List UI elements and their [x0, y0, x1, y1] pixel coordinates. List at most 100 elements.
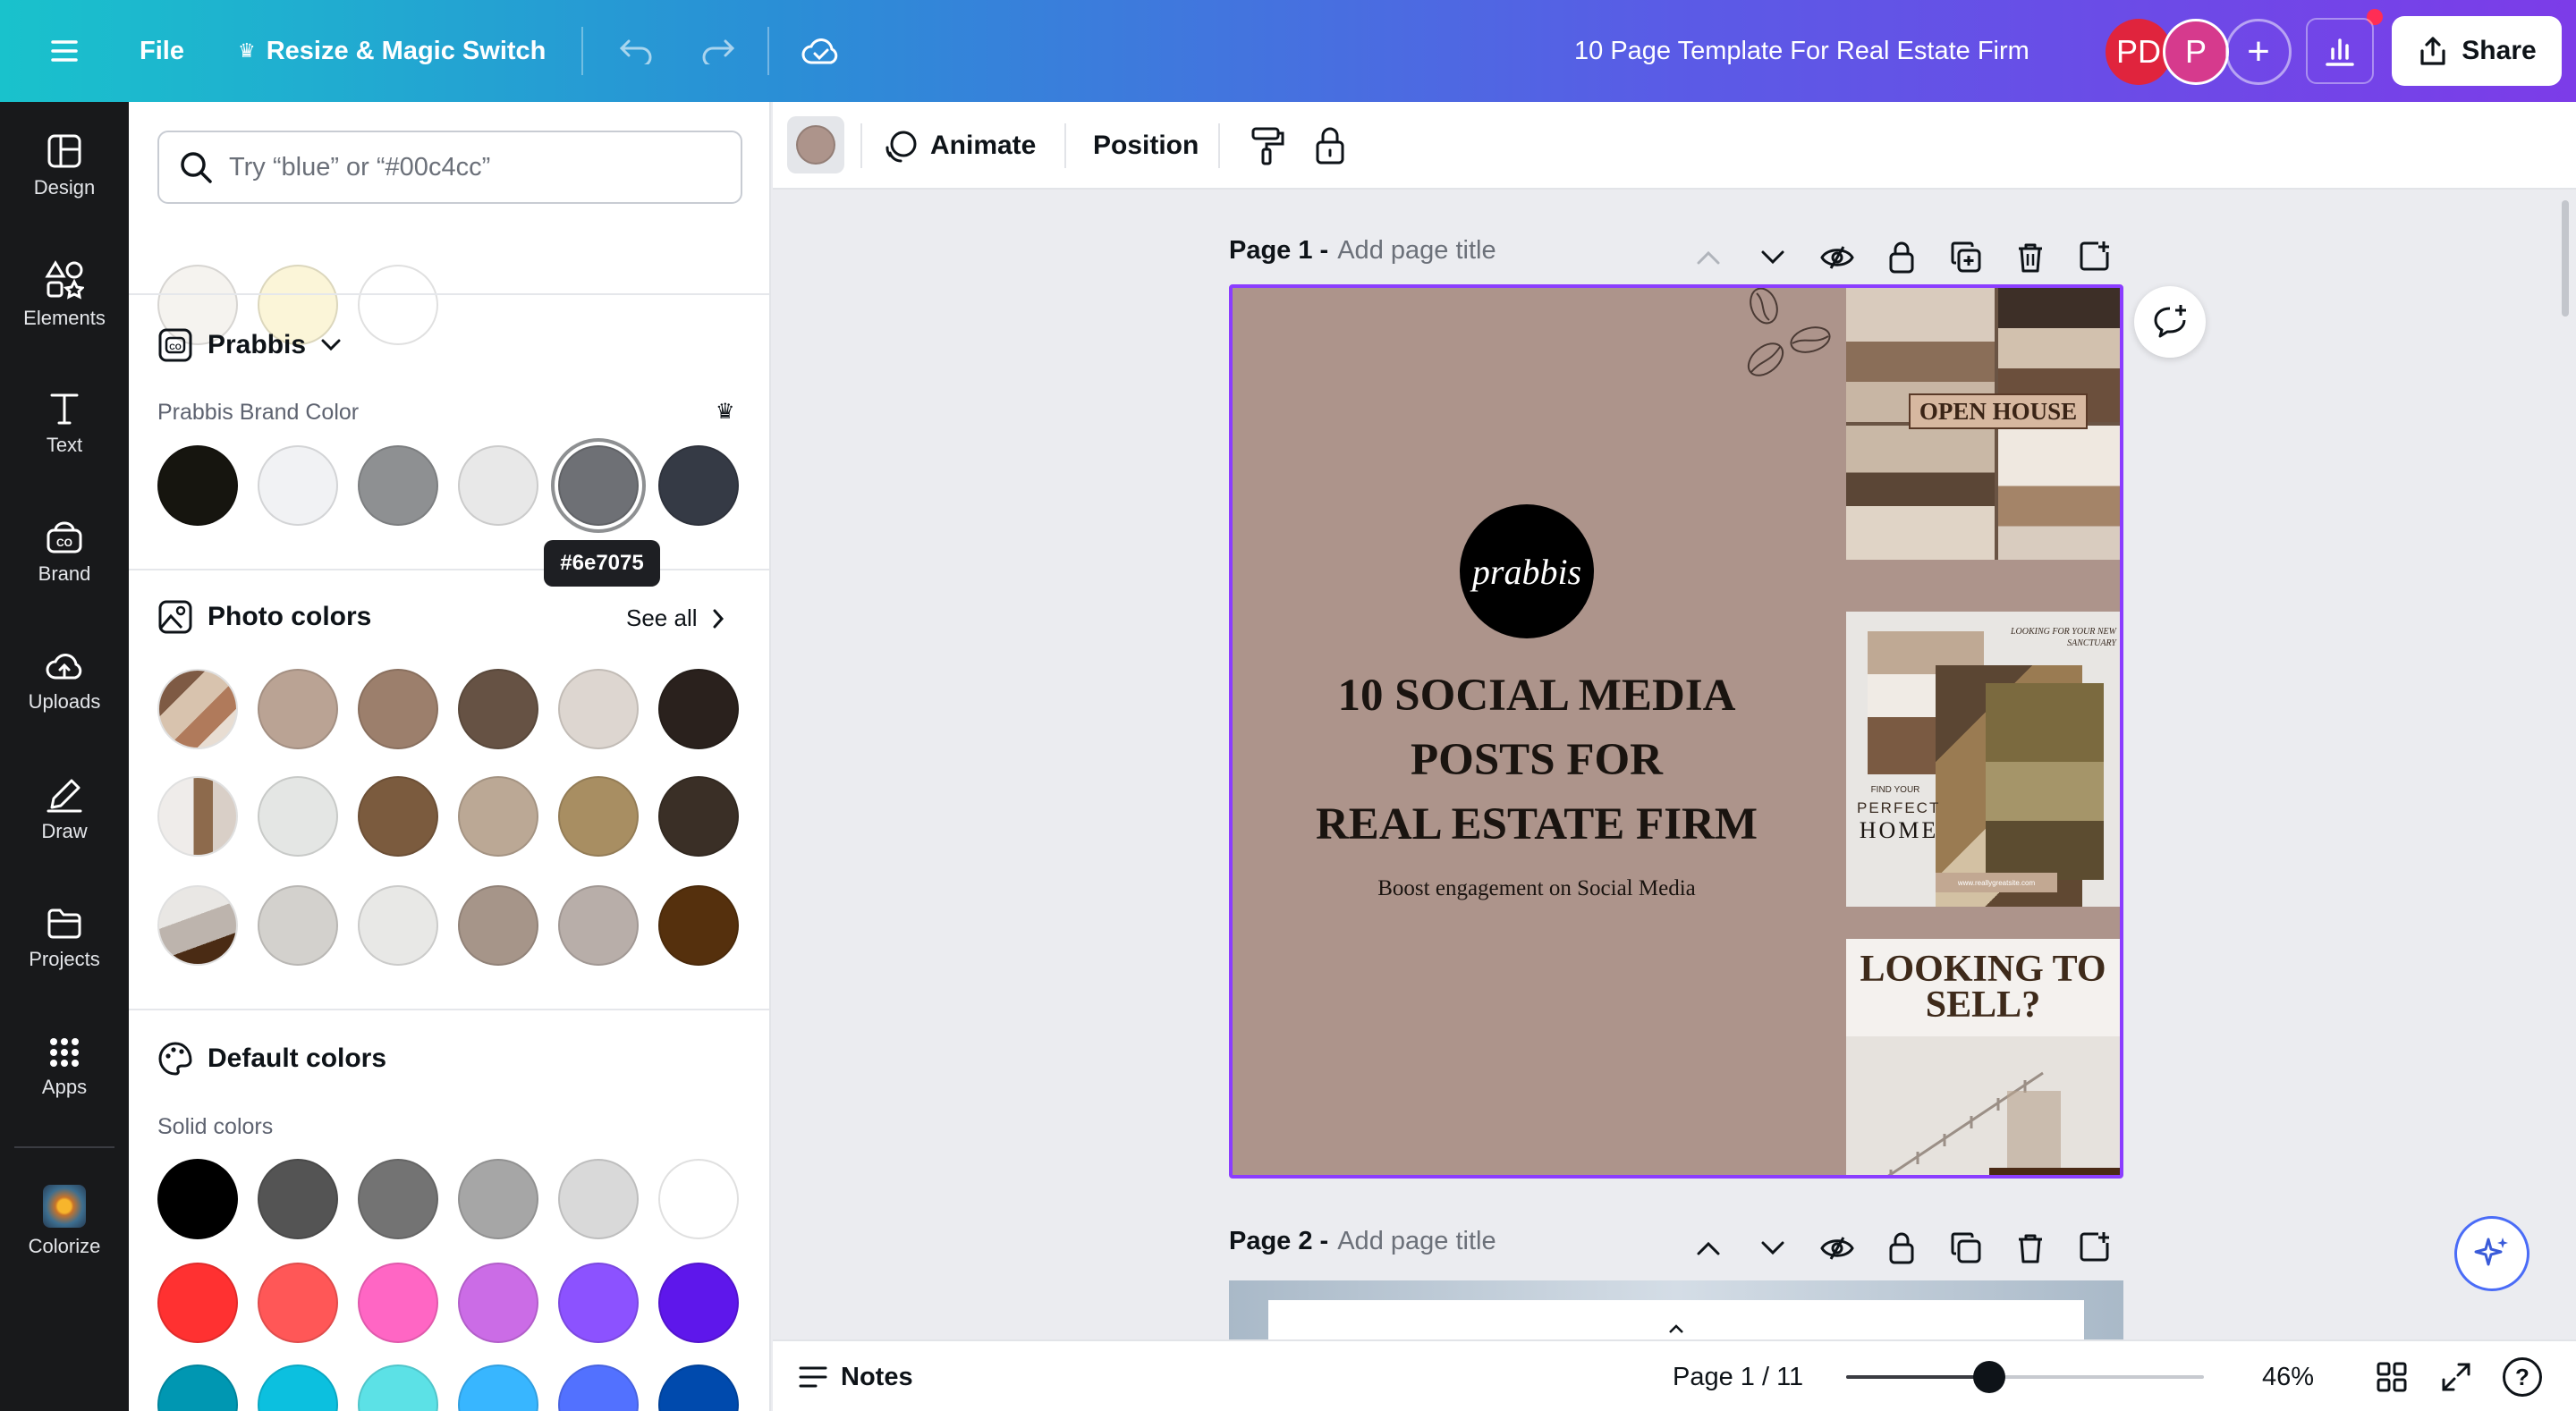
solid-color-swatch[interactable]	[658, 1365, 739, 1411]
page-1-design[interactable]: prabbis 10 SOCIAL MEDIA POSTS FOR REAL E…	[1229, 284, 2123, 1179]
duplicate-page-icon[interactable]	[1946, 238, 1986, 277]
perfect-home-post-thumbnail[interactable]: LOOKING FOR YOUR NEW SANCTUARY FIND YOUR…	[1846, 612, 2120, 907]
color-picker-button[interactable]	[787, 116, 844, 173]
headline[interactable]: 10 SOCIAL MEDIA POSTS FOR REAL ESTATE FI…	[1233, 663, 1841, 857]
add-page-title-input[interactable]: Add page title	[1337, 1227, 1496, 1256]
lock-icon[interactable]	[1308, 123, 1352, 168]
redo-icon[interactable]	[694, 27, 742, 75]
looking-to-sell-post-thumbnail[interactable]: LOOKING TO SELL?	[1846, 939, 2120, 1175]
photo-color-swatch[interactable]	[458, 776, 538, 857]
solid-color-swatch[interactable]	[358, 1365, 438, 1411]
subheadline[interactable]: Boost engagement on Social Media	[1233, 876, 1841, 901]
photo-thumbnail[interactable]	[157, 776, 238, 857]
brand-color-swatch[interactable]	[658, 445, 739, 526]
brand-color-swatch[interactable]	[358, 445, 438, 526]
brand-kit-selector[interactable]: CO Prabbis	[157, 327, 342, 363]
rail-item-draw[interactable]: Draw	[0, 746, 129, 874]
magic-assistant-button[interactable]	[2454, 1216, 2529, 1291]
add-page-title-input[interactable]: Add page title	[1337, 236, 1496, 266]
delete-page-icon[interactable]	[2011, 1229, 2050, 1268]
solid-color-swatch[interactable]	[658, 1263, 739, 1343]
rail-item-apps[interactable]: Apps	[0, 1003, 129, 1132]
rail-item-colorize[interactable]: Colorize	[0, 1157, 129, 1286]
photo-thumbnail[interactable]	[157, 669, 238, 749]
photo-color-swatch[interactable]	[558, 669, 639, 749]
open-house-post-thumbnail[interactable]: OPEN HOUSE	[1846, 288, 2120, 560]
file-menu-button[interactable]: File	[140, 27, 184, 75]
add-page-icon[interactable]	[2075, 1227, 2114, 1266]
photo-color-swatch[interactable]	[658, 885, 739, 966]
page-indicator[interactable]: Page 1 / 11	[1673, 1356, 1803, 1398]
hide-page-icon[interactable]	[1818, 238, 1857, 277]
vertical-scrollbar[interactable]	[2562, 200, 2569, 317]
brand-color-swatch[interactable]	[157, 445, 238, 526]
delete-page-icon[interactable]	[2011, 238, 2050, 277]
solid-color-swatch[interactable]	[258, 1263, 338, 1343]
chevron-up-icon[interactable]	[1689, 238, 1728, 277]
photo-color-swatch[interactable]	[258, 885, 338, 966]
solid-color-swatch[interactable]	[458, 1263, 538, 1343]
see-all-link[interactable]: See all	[626, 604, 724, 632]
photo-color-swatch[interactable]	[358, 776, 438, 857]
solid-color-swatch[interactable]	[358, 1263, 438, 1343]
zoom-slider-thumb[interactable]	[1973, 1361, 2005, 1393]
brand-color-swatch[interactable]	[258, 445, 338, 526]
duplicate-page-icon[interactable]	[1946, 1229, 1986, 1268]
position-button[interactable]: Position	[1093, 118, 1199, 173]
photo-color-swatch[interactable]	[258, 776, 338, 857]
brand-color-swatch[interactable]	[558, 445, 639, 526]
paint-roller-icon[interactable]	[1245, 123, 1290, 168]
lock-page-icon[interactable]	[1882, 238, 1921, 277]
solid-color-swatch[interactable]	[658, 1159, 739, 1239]
resize-magic-switch-button[interactable]: ♛ Resize & Magic Switch	[238, 27, 546, 75]
photo-color-swatch[interactable]	[358, 669, 438, 749]
brand-logo[interactable]: prabbis	[1460, 504, 1594, 638]
chevron-down-icon[interactable]	[1753, 1229, 1792, 1268]
animate-button[interactable]: Animate	[884, 118, 1036, 173]
analytics-icon[interactable]	[2306, 18, 2374, 84]
photo-color-swatch[interactable]	[458, 885, 538, 966]
hide-page-icon[interactable]	[1818, 1229, 1857, 1268]
solid-color-swatch[interactable]	[558, 1159, 639, 1239]
help-icon[interactable]: ?	[2503, 1357, 2542, 1397]
menu-icon[interactable]	[39, 27, 89, 75]
solid-color-swatch[interactable]	[157, 1263, 238, 1343]
collapse-pages-button[interactable]	[1614, 1318, 1739, 1339]
zoom-level[interactable]: 46%	[2238, 1356, 2338, 1398]
solid-color-swatch[interactable]	[458, 1365, 538, 1411]
rail-item-elements[interactable]: Elements	[0, 231, 129, 359]
fullscreen-icon[interactable]	[2438, 1359, 2474, 1395]
editor-canvas[interactable]: Page 1 - Add page title prabbis 10 SOCIA…	[773, 190, 2576, 1339]
solid-color-swatch[interactable]	[157, 1159, 238, 1239]
rail-item-text[interactable]: Text	[0, 359, 129, 488]
solid-color-swatch[interactable]	[157, 1365, 238, 1411]
add-page-icon[interactable]	[2075, 236, 2114, 275]
rail-item-brand[interactable]: CO Brand	[0, 488, 129, 617]
solid-color-swatch[interactable]	[258, 1159, 338, 1239]
photo-thumbnail[interactable]	[157, 885, 238, 966]
recent-color-swatch[interactable]	[358, 265, 438, 345]
photo-color-swatch[interactable]	[558, 776, 639, 857]
photo-color-swatch[interactable]	[258, 669, 338, 749]
document-title[interactable]: 10 Page Template For Real Estate Firm	[1574, 27, 2029, 75]
photo-color-swatch[interactable]	[458, 669, 538, 749]
solid-color-swatch[interactable]	[558, 1263, 639, 1343]
photo-color-swatch[interactable]	[558, 885, 639, 966]
avatar[interactable]: PD	[2106, 19, 2172, 85]
brand-color-swatch[interactable]	[458, 445, 538, 526]
color-search-box[interactable]	[157, 131, 742, 204]
undo-icon[interactable]	[612, 27, 660, 75]
share-button[interactable]: Share	[2392, 16, 2562, 86]
grid-view-icon[interactable]	[2374, 1359, 2410, 1395]
solid-color-swatch[interactable]	[358, 1159, 438, 1239]
rail-item-design[interactable]: Design	[0, 102, 129, 231]
notes-button[interactable]: Notes	[798, 1356, 913, 1398]
photo-color-swatch[interactable]	[358, 885, 438, 966]
avatar[interactable]: P	[2163, 19, 2229, 85]
photo-color-swatch[interactable]	[658, 669, 739, 749]
photo-color-swatch[interactable]	[658, 776, 739, 857]
solid-color-swatch[interactable]	[558, 1365, 639, 1411]
rail-item-uploads[interactable]: Uploads	[0, 617, 129, 746]
solid-color-swatch[interactable]	[458, 1159, 538, 1239]
cloud-saved-icon[interactable]	[796, 27, 844, 75]
